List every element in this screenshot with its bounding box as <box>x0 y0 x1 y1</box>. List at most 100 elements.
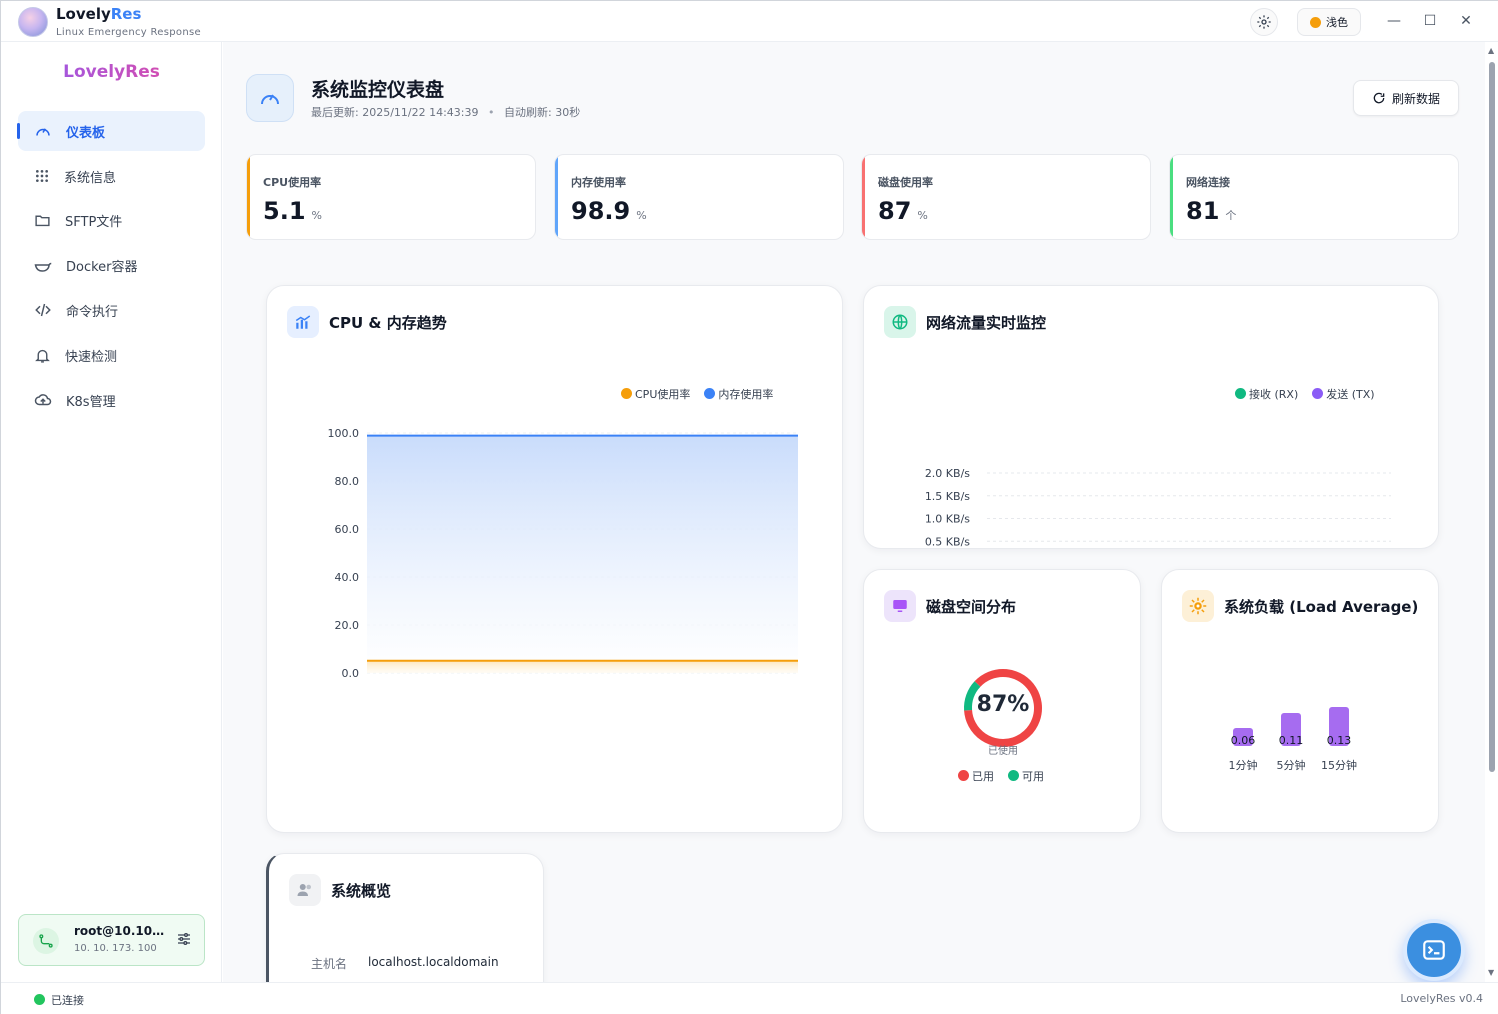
disk-percent: 87% <box>976 692 1030 717</box>
network-chart: 2.0 KB/s1.5 KB/s1.0 KB/s0.5 KB/s0.0 KB/s <box>925 467 1391 548</box>
cpu-memory-chart: 100.0 80.0 60.0 40.0 20.0 0.0 <box>328 427 798 680</box>
sidebar-item-k8s[interactable]: K8s管理 <box>18 380 205 420</box>
stat-card-memory: 内存使用率 98.9% <box>554 154 844 240</box>
scroll-up-arrow[interactable]: ▲ <box>1488 46 1494 55</box>
sidebar-item-label: Docker容器 <box>66 259 138 275</box>
refresh-label: 刷新数据 <box>1391 91 1440 106</box>
stat-value: 87% <box>878 197 928 225</box>
main-scrollbar[interactable]: ▲ ▼ <box>1486 42 1498 982</box>
stat-card-disk: 磁盘使用率 87% <box>861 154 1151 240</box>
stat-label: 网络连接 <box>1186 176 1230 189</box>
auto-refresh: 自动刷新: 30秒 <box>504 106 581 119</box>
legend-item-free[interactable]: 可用 <box>1008 768 1044 784</box>
cloud-icon <box>34 394 52 406</box>
load-value-label: 0.13 <box>1327 734 1352 747</box>
terminal-icon <box>1423 940 1445 960</box>
sidebar-item-system-info[interactable]: 系统信息 <box>18 156 205 196</box>
cpu-area <box>367 660 798 673</box>
app-subtitle: Linux Emergency Response <box>56 27 201 38</box>
y-tick-label: 80.0 <box>335 475 360 488</box>
overview-card: 系统概览 主机名 localhost.localdomain <box>266 853 544 982</box>
stat-label: 磁盘使用率 <box>878 176 933 189</box>
hostname-value: localhost.localdomain <box>368 955 499 969</box>
stat-accent-bar <box>1170 155 1173 239</box>
legend-item-used[interactable]: 已用 <box>958 768 994 784</box>
network-card: 网络流量实时监控 接收 (RX) 发送 (TX) 2.0 KB/s 1.5 KB/… <box>863 285 1439 549</box>
card-title: 系统概览 <box>331 882 392 900</box>
connection-ip: 10. 10. 173. 100 <box>74 943 157 954</box>
last-update: 最后更新: 2025/11/22 14:43:39 <box>311 106 479 119</box>
sidebar-item-label: 命令执行 <box>66 304 119 320</box>
connected-status-icon <box>34 994 45 1005</box>
users-icon <box>289 874 321 906</box>
sidebar-item-label: 仪表板 <box>66 125 106 141</box>
theme-toggle-button[interactable]: 浅色 <box>1297 8 1361 36</box>
y-tick-label: 0.0 <box>342 667 360 680</box>
connection-settings-button[interactable] <box>176 931 192 951</box>
stat-value: 98.9% <box>571 197 647 225</box>
grid-icon <box>36 170 48 182</box>
y-tick-label: 100.0 <box>328 427 360 440</box>
close-button[interactable]: ✕ <box>1457 12 1475 30</box>
docker-icon <box>34 262 52 272</box>
load-value-label: 0.11 <box>1279 734 1304 747</box>
connection-card[interactable]: root@10.10.173.100 10. 10. 173. 100 <box>18 914 205 966</box>
sun-icon <box>1310 16 1321 28</box>
stat-accent-bar <box>555 155 558 239</box>
memory-area <box>367 435 798 673</box>
gear-icon <box>1257 15 1271 29</box>
y-tick-label: 2.0 KB/s <box>925 467 970 480</box>
y-tick-label: 1.5 KB/s <box>925 490 970 503</box>
sidebar-item-quick-check[interactable]: 快速检测 <box>18 335 205 375</box>
sidebar-item-sftp[interactable]: SFTP文件 <box>18 200 205 240</box>
y-tick-label: 60.0 <box>335 523 360 536</box>
sliders-icon <box>178 933 190 945</box>
sidebar-item-dashboard[interactable]: 仪表板 <box>17 111 205 151</box>
refresh-button[interactable]: 刷新数据 <box>1353 80 1459 116</box>
page-meta: 最后更新: 2025/11/22 14:43:39 • 自动刷新: 30秒 <box>311 104 580 120</box>
sidebar-item-label: 快速检测 <box>65 349 118 365</box>
app-name: LovelyRes <box>56 5 142 23</box>
load-bar-chart: 0.06 1分钟 0.11 5分钟 0.13 15分钟 <box>1229 707 1357 772</box>
sidebar-item-label: 系统信息 <box>64 170 117 186</box>
status-bar: 已连接 LovelyRes v0.4 <box>1 982 1498 1014</box>
meta-separator: • <box>488 106 495 119</box>
load-value-label: 0.06 <box>1231 734 1256 747</box>
disk-card: 磁盘空间分布 87% 已使用 已用 可用 <box>863 569 1141 833</box>
bell-icon <box>35 349 50 363</box>
load-card: 系统负载 (Load Average) 0.06 1分钟 0.11 5分钟 0.13 15… <box>1161 569 1439 833</box>
load-category-label: 5分钟 <box>1277 758 1306 772</box>
settings-button[interactable] <box>1250 8 1278 36</box>
cpu-memory-card: CPU & 内存趋势 CPU使用率 内存使用率 100.0 80.0 60.0 40.… <box>266 285 843 833</box>
stat-card-network: 网络连接 81 个 <box>1169 154 1459 240</box>
title-bar: LovelyRes Linux Emergency Response 浅色 — … <box>1 1 1498 42</box>
y-tick-label: 20.0 <box>335 619 360 632</box>
sidebar-item-command[interactable]: 命令执行 <box>18 290 205 330</box>
sidebar-item-docker[interactable]: Docker容器 <box>18 245 205 285</box>
sidebar-item-label: K8s管理 <box>66 394 116 410</box>
connection-icon <box>33 928 59 954</box>
refresh-icon <box>1373 92 1385 104</box>
terminal-fab-button[interactable] <box>1403 919 1465 981</box>
stat-label: CPU使用率 <box>263 176 322 189</box>
y-tick-label: 40.0 <box>335 571 360 584</box>
chart-legend: 已用 可用 <box>958 768 1044 784</box>
dashboard-icon <box>36 128 50 136</box>
dashboard-header-icon <box>246 74 294 122</box>
stat-value: 81 个 <box>1186 197 1237 225</box>
code-icon <box>35 303 51 317</box>
disk-used-caption: 已使用 <box>988 746 1018 757</box>
minimize-button[interactable]: — <box>1385 12 1403 30</box>
y-tick-label: 1.0 KB/s <box>925 513 970 526</box>
stat-value: 5.1% <box>263 197 322 225</box>
app-window: LovelyRes Linux Emergency Response 浅色 — … <box>0 0 1498 1014</box>
main-content: 系统监控仪表盘 最后更新: 2025/11/22 14:43:39 • 自动刷新… <box>223 42 1485 982</box>
connection-status: 已连接 <box>51 994 84 1007</box>
sidebar: LovelyRes 仪表板 系统信息 SFTP文件 Docker容器 命令执行 … <box>1 42 222 982</box>
stat-accent-bar <box>247 155 250 239</box>
maximize-button[interactable]: ☐ <box>1421 12 1439 30</box>
sidebar-item-label: SFTP文件 <box>65 214 123 230</box>
load-category-label: 15分钟 <box>1321 758 1357 772</box>
scroll-thumb[interactable] <box>1489 62 1495 772</box>
scroll-down-arrow[interactable]: ▼ <box>1488 968 1494 977</box>
